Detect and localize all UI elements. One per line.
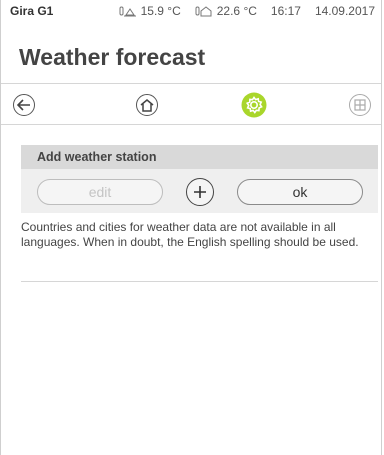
navigation-bar [1, 83, 381, 125]
status-bar: Gira G1 15.9 °C 22.6 °C 16:17 14.09.2017 [1, 0, 381, 22]
section-header: Add weather station [21, 145, 378, 169]
station-toolbar: edit ok [21, 169, 378, 213]
add-button[interactable] [186, 178, 214, 206]
app-frame: Gira G1 15.9 °C 22.6 °C 16:17 14.09.2017… [0, 0, 382, 455]
home-button[interactable] [134, 92, 160, 118]
page-title: Weather forecast [19, 44, 206, 70]
status-info: 15.9 °C 22.6 °C 16:17 14.09.2017 [119, 4, 375, 18]
info-text: Countries and cities for weather data ar… [21, 220, 359, 249]
grid-button[interactable] [347, 92, 373, 118]
outdoor-temperature-icon [119, 6, 136, 16]
device-name: Gira G1 [10, 4, 54, 18]
settings-button[interactable] [241, 92, 267, 118]
divider [21, 281, 378, 282]
back-button[interactable] [11, 92, 37, 118]
indoor-temperature-icon [195, 5, 212, 16]
edit-button[interactable]: edit [37, 179, 163, 205]
grid-icon [349, 94, 371, 116]
gear-icon [241, 92, 267, 118]
clock: 16:17 [270, 4, 301, 18]
date: 14.09.2017 [314, 4, 375, 18]
ok-button[interactable]: ok [237, 179, 363, 205]
outdoor-temperature: 15.9 °C [140, 4, 181, 18]
home-icon [136, 94, 158, 116]
plus-icon [194, 186, 206, 198]
arrow-left-icon [13, 94, 35, 116]
indoor-temperature: 22.6 °C [216, 4, 257, 18]
